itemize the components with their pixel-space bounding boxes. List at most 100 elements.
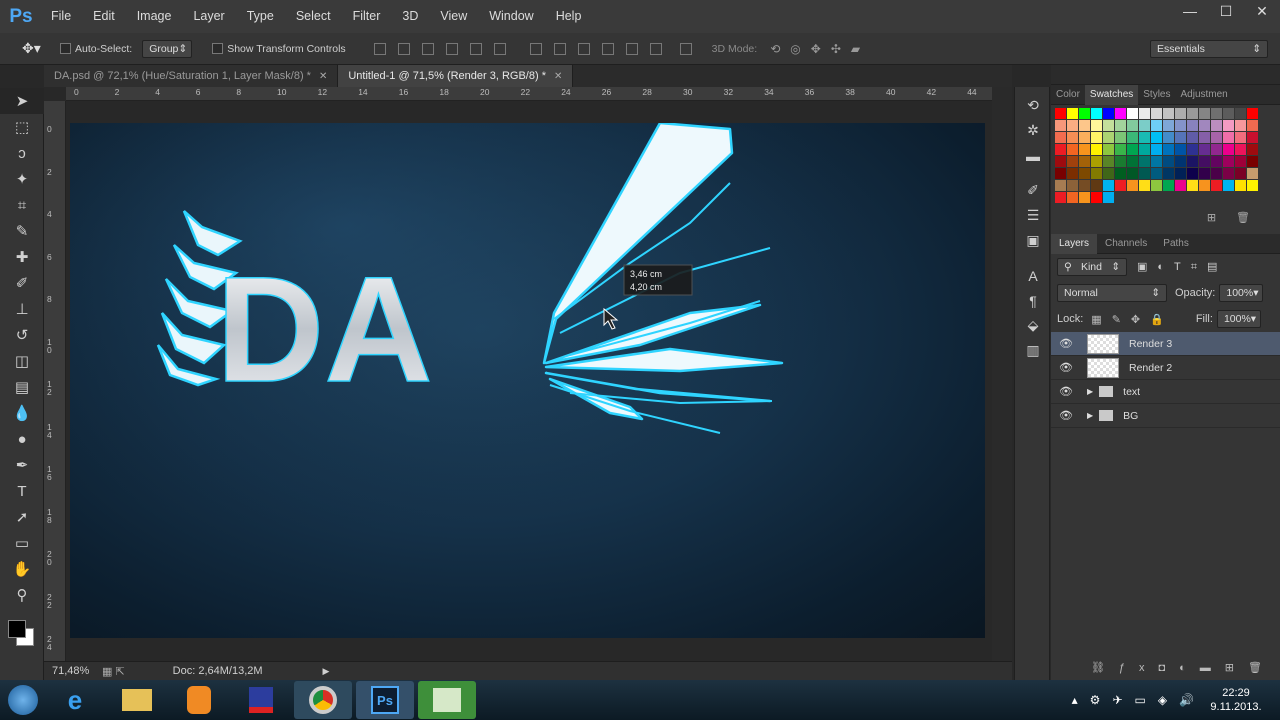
- color-swatch[interactable]: [1163, 120, 1174, 131]
- zoom-level[interactable]: 71,48%: [52, 665, 92, 677]
- close-button[interactable]: ✕: [1244, 0, 1280, 22]
- distribute-left-icon[interactable]: [601, 42, 614, 55]
- align-bottom-icon[interactable]: [421, 42, 434, 55]
- color-swatch[interactable]: [1079, 156, 1090, 167]
- history-panel-icon[interactable]: ⟲: [1015, 93, 1051, 118]
- align-hcenter-icon[interactable]: [469, 42, 482, 55]
- color-swatch[interactable]: [1163, 168, 1174, 179]
- color-swatch[interactable]: [1175, 120, 1186, 131]
- color-swatch[interactable]: [1079, 132, 1090, 143]
- status-menu-arrow-icon[interactable]: ▶: [323, 666, 330, 677]
- color-swatch[interactable]: [1055, 168, 1066, 179]
- color-swatch[interactable]: [1223, 132, 1234, 143]
- path-select-tool-icon[interactable]: ➚: [0, 504, 44, 530]
- color-swatch[interactable]: [1199, 180, 1210, 191]
- color-swatch[interactable]: [1223, 180, 1234, 191]
- eraser-tool-icon[interactable]: ◫: [0, 348, 44, 374]
- color-swatch[interactable]: [1115, 144, 1126, 155]
- actions-panel-icon[interactable]: ⬙: [1015, 313, 1051, 338]
- color-swatch[interactable]: [1211, 132, 1222, 143]
- color-swatch[interactable]: [1247, 132, 1258, 143]
- tab-color[interactable]: Color: [1051, 85, 1085, 105]
- visibility-eye-icon[interactable]: 👁: [1051, 385, 1081, 398]
- menu-type[interactable]: Type: [236, 0, 285, 33]
- color-swatch[interactable]: [1103, 108, 1114, 119]
- color-swatch[interactable]: [1103, 168, 1114, 179]
- color-swatch[interactable]: [1103, 132, 1114, 143]
- distribute-top-icon[interactable]: [529, 42, 542, 55]
- color-swatch[interactable]: [1079, 192, 1090, 203]
- start-button[interactable]: [0, 681, 46, 719]
- color-swatch[interactable]: [1139, 156, 1150, 167]
- color-swatch[interactable]: [1175, 144, 1186, 155]
- 3d-slide-icon[interactable]: ✣: [831, 42, 841, 56]
- color-swatch[interactable]: [1103, 144, 1114, 155]
- color-swatch[interactable]: [1139, 180, 1150, 191]
- color-swatch[interactable]: [1091, 120, 1102, 131]
- color-swatch[interactable]: [1151, 108, 1162, 119]
- color-swatch[interactable]: [1055, 180, 1066, 191]
- color-swatch[interactable]: [1079, 144, 1090, 155]
- color-swatch[interactable]: [1127, 144, 1138, 155]
- color-swatch[interactable]: [1211, 156, 1222, 167]
- color-swatch[interactable]: [1055, 108, 1066, 119]
- color-swatch[interactable]: [1247, 180, 1258, 191]
- color-swatch[interactable]: [1115, 168, 1126, 179]
- color-swatch[interactable]: [1151, 120, 1162, 131]
- color-swatch[interactable]: [1067, 180, 1078, 191]
- tab-paths[interactable]: Paths: [1155, 234, 1197, 254]
- color-swatch[interactable]: [1235, 120, 1246, 131]
- color-swatch[interactable]: [1115, 156, 1126, 167]
- color-swatch[interactable]: [1091, 168, 1102, 179]
- color-swatch[interactable]: [1055, 144, 1066, 155]
- navigator-panel-icon[interactable]: ✲: [1015, 118, 1051, 143]
- color-swatch[interactable]: [1247, 120, 1258, 131]
- color-swatch[interactable]: [1055, 192, 1066, 203]
- align-left-icon[interactable]: [445, 42, 458, 55]
- menu-help[interactable]: Help: [545, 0, 593, 33]
- color-swatch[interactable]: [1151, 144, 1162, 155]
- layer-thumbnail[interactable]: [1087, 357, 1119, 378]
- color-swatch[interactable]: [1211, 144, 1222, 155]
- color-swatch[interactable]: [1187, 108, 1198, 119]
- layers-footer-icons[interactable]: ⛓ƒx◘◐▬⊞🗑: [1051, 655, 1280, 680]
- color-swatch[interactable]: [1175, 156, 1186, 167]
- status-icons[interactable]: ▦ ⇱: [102, 665, 125, 678]
- character-panel-icon[interactable]: A: [1015, 263, 1051, 288]
- tab-layers[interactable]: Layers: [1051, 233, 1098, 254]
- color-swatch[interactable]: [1127, 156, 1138, 167]
- clock[interactable]: 22:29 9.11.2013.: [1206, 686, 1266, 714]
- color-swatch[interactable]: [1139, 144, 1150, 155]
- color-swatch[interactable]: [1187, 132, 1198, 143]
- color-swatch[interactable]: [1151, 132, 1162, 143]
- eyedropper-tool-icon[interactable]: ✎: [0, 218, 44, 244]
- color-swatch[interactable]: [1091, 180, 1102, 191]
- color-swatch[interactable]: [1175, 108, 1186, 119]
- color-swatch[interactable]: [1079, 108, 1090, 119]
- auto-align-icon[interactable]: [679, 42, 692, 55]
- color-swatch[interactable]: [1199, 156, 1210, 167]
- color-swatch[interactable]: [1067, 120, 1078, 131]
- layer-row[interactable]: 👁 Render 2: [1051, 356, 1280, 380]
- color-swatch[interactable]: [1163, 108, 1174, 119]
- color-swatch[interactable]: [1247, 156, 1258, 167]
- fill-field[interactable]: 100% ▾: [1216, 310, 1261, 328]
- menu-image[interactable]: Image: [126, 0, 183, 33]
- expand-arrow-icon[interactable]: ▶: [1087, 411, 1093, 420]
- distribute-hcenter-icon[interactable]: [625, 42, 638, 55]
- properties-panel-icon[interactable]: ▥: [1015, 338, 1051, 363]
- blur-tool-icon[interactable]: 💧: [0, 400, 44, 426]
- color-swatch[interactable]: [1115, 108, 1126, 119]
- color-swatch[interactable]: [1211, 108, 1222, 119]
- color-swatch[interactable]: [1223, 120, 1234, 131]
- new-swatch-icon[interactable]: ⊞: [1207, 211, 1216, 224]
- color-swatch[interactable]: [1187, 180, 1198, 191]
- document-canvas[interactable]: DA 3,46 cm 4,20 cm: [70, 123, 985, 638]
- visibility-eye-icon[interactable]: 👁: [1051, 337, 1081, 350]
- color-swatch[interactable]: [1247, 168, 1258, 179]
- brush-tool-icon[interactable]: ✐: [0, 270, 44, 296]
- internet-explorer-icon[interactable]: e: [46, 681, 104, 719]
- color-swatch[interactable]: [1223, 108, 1234, 119]
- color-swatch[interactable]: [1163, 156, 1174, 167]
- color-swatch[interactable]: [1055, 132, 1066, 143]
